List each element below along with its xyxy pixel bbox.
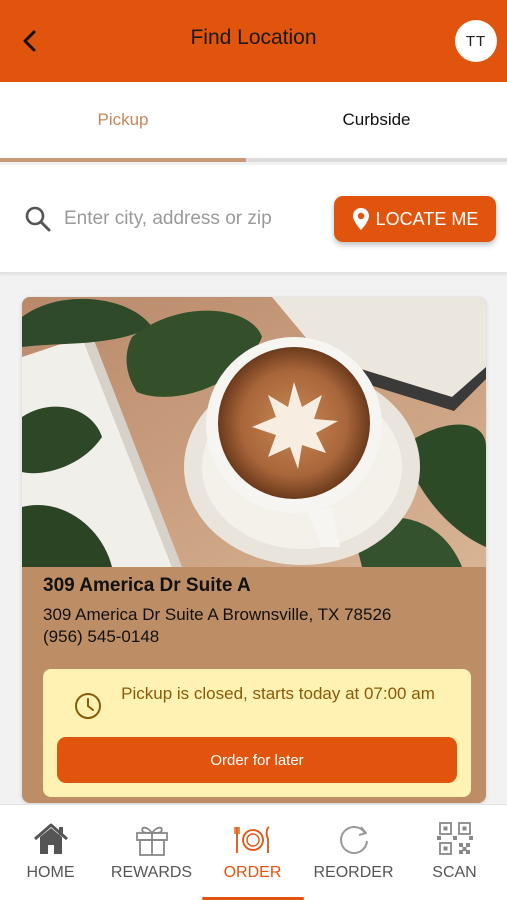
- search-icon: [25, 206, 51, 232]
- refresh-icon: [339, 826, 368, 854]
- nav-item-home[interactable]: HOME: [0, 805, 101, 900]
- active-tab-indicator: [0, 158, 246, 162]
- map-pin-icon: [352, 208, 369, 230]
- tab-pickup[interactable]: Pickup: [0, 82, 246, 158]
- app-root: Find Location TT Pickup Curbside LOCATE …: [0, 0, 507, 900]
- nav-label-home: HOME: [26, 864, 75, 881]
- nav-label-reorder: REORDER: [313, 864, 394, 881]
- nav-item-rewards[interactable]: REWARDS: [101, 805, 202, 900]
- nav-label-rewards: REWARDS: [110, 864, 193, 881]
- page-title: Find Location: [190, 26, 317, 49]
- gift-icon: [135, 826, 168, 856]
- nav-label-scan: SCAN: [432, 864, 477, 881]
- nav-item-reorder[interactable]: REORDER: [303, 805, 404, 900]
- plate-cutlery-icon: [233, 826, 270, 853]
- search-input[interactable]: [64, 201, 326, 237]
- qr-code-icon: [436, 822, 473, 855]
- order-type-tabs: Pickup Curbside: [0, 82, 507, 162]
- locate-me-button[interactable]: LOCATE ME: [334, 196, 496, 242]
- order-for-later-button[interactable]: Order for later: [57, 737, 457, 783]
- pickup-closed-notice: Pickup is closed, starts today at 07:00 …: [43, 669, 471, 797]
- clock-icon: [75, 693, 101, 719]
- nav-item-order[interactable]: ORDER: [202, 805, 303, 900]
- bottom-navigation: HOME REWARDS ORDER REORDER SCAN: [0, 804, 507, 900]
- location-phone[interactable]: (956) 545-0148: [43, 627, 159, 647]
- notice-text: Pickup is closed, starts today at 07:00 …: [121, 684, 435, 703]
- nav-label-order: ORDER: [223, 864, 282, 881]
- nav-item-scan[interactable]: SCAN: [404, 805, 505, 900]
- location-name: 309 America Dr Suite A: [43, 575, 251, 596]
- app-header: Find Location TT: [0, 0, 507, 82]
- locate-me-label: LOCATE ME: [375, 208, 479, 229]
- location-card[interactable]: 309 America Dr Suite A 309 America Dr Su…: [22, 297, 486, 803]
- latte-art-coffee-cup-image: [22, 297, 486, 567]
- tab-curbside[interactable]: Curbside: [246, 82, 507, 158]
- avatar[interactable]: TT: [455, 20, 497, 62]
- location-address: 309 America Dr Suite A Brownsville, TX 7…: [43, 605, 392, 624]
- search-bar: LOCATE ME: [0, 165, 507, 273]
- home-icon: [33, 823, 68, 854]
